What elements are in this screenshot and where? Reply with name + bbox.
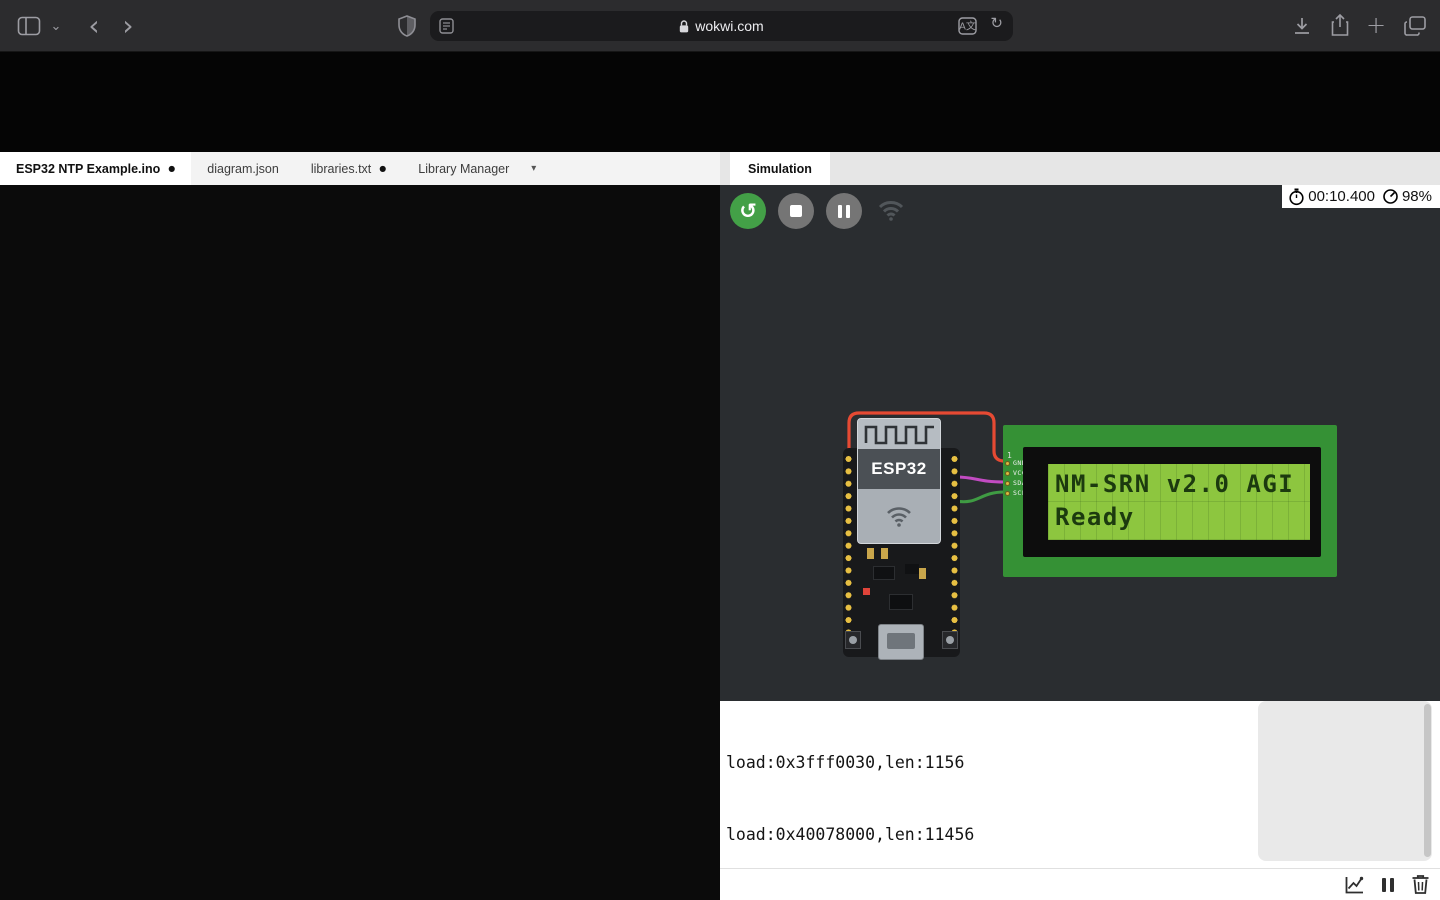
unsaved-dot-icon: ●: [379, 165, 386, 173]
stop-icon: [790, 205, 802, 217]
chip-label: ESP32: [858, 449, 940, 489]
translate-icon[interactable]: A文: [958, 17, 977, 35]
wire-purple: [956, 477, 1004, 482]
board-component: [873, 566, 895, 580]
gauge-icon: [1382, 188, 1399, 205]
esp32-module: ESP32: [857, 418, 941, 544]
code-editor[interactable]: [0, 185, 720, 900]
stop-button[interactable]: [778, 193, 814, 229]
browser-toolbar: ⌄ ‹ › wokwi.com A文 ↻ +: [0, 0, 1440, 52]
simulation-pane: Simulation ↺ 00:10.400: [720, 152, 1440, 900]
back-button[interactable]: ‹: [80, 10, 108, 42]
chevron-down-icon: ▾: [531, 164, 536, 174]
lcd1602[interactable]: 1 GND VCC SDA SCL NM-SRN v2.0 AGI Ready: [1003, 425, 1337, 577]
wifi-logo-icon: [858, 489, 940, 543]
pin-hole: [1005, 461, 1010, 466]
simulation-canvas[interactable]: ↺ 00:10.400 98%: [720, 185, 1440, 701]
wire-green: [956, 492, 1004, 502]
simulation-tab-bar: Simulation: [720, 152, 1440, 185]
lcd-screen: NM-SRN v2.0 AGI Ready: [1048, 464, 1310, 540]
share-icon[interactable]: [1328, 12, 1352, 38]
board-component: [919, 568, 926, 579]
pause-button[interactable]: [826, 193, 862, 229]
tab-overview-icon[interactable]: [1402, 14, 1428, 38]
pause-icon: [846, 205, 850, 218]
esp32-board[interactable]: ESP32: [843, 448, 960, 657]
pin-header-left: [844, 453, 853, 651]
svg-text:A文: A文: [959, 20, 976, 33]
sim-timer: 00:10.400: [1308, 188, 1375, 205]
tab-simulation[interactable]: Simulation: [730, 152, 830, 185]
serial-overlay-panel: [1258, 701, 1432, 861]
site-header: [0, 52, 1440, 152]
editor-tab-bar: ESP32 NTP Example.ino ● diagram.json lib…: [0, 152, 720, 185]
power-led: [863, 588, 870, 595]
board-component: [867, 548, 874, 559]
editor-tab-library-manager[interactable]: Library Manager ▾: [402, 152, 552, 185]
board-component: [889, 594, 913, 610]
board-component: [905, 564, 919, 574]
usb-connector: [878, 624, 924, 660]
cpu-load: 98%: [1402, 188, 1432, 205]
serial-toolbar: [720, 868, 1440, 900]
editor-tab-sketch[interactable]: ESP32 NTP Example.ino ●: [0, 152, 191, 185]
url-bar[interactable]: wokwi.com A文 ↻: [430, 11, 1013, 41]
unsaved-dot-icon: ●: [168, 165, 175, 173]
reload-icon[interactable]: ↻: [990, 16, 1003, 31]
pause-icon: [1382, 878, 1386, 892]
pin-hole: [1005, 491, 1010, 496]
url-text: wokwi.com: [695, 18, 763, 34]
sidebar-chevron-icon[interactable]: ⌄: [48, 18, 64, 34]
forward-button[interactable]: ›: [114, 10, 142, 42]
pin-hole: [1005, 471, 1010, 476]
lcd-line2: Ready: [1055, 501, 1310, 534]
downloads-icon[interactable]: [1290, 14, 1314, 38]
sidebar-toggle-icon[interactable]: [16, 14, 42, 38]
antenna-icon: [858, 419, 940, 449]
boot-button[interactable]: [942, 631, 958, 649]
pin-header-right: [950, 453, 959, 651]
editor-pane: ESP32 NTP Example.ino ● diagram.json lib…: [0, 152, 720, 900]
stopwatch-icon: [1288, 188, 1305, 206]
page-icon[interactable]: [439, 18, 454, 34]
performance-strip: 00:10.400 98%: [1282, 185, 1440, 208]
serial-pause-button[interactable]: [1382, 878, 1394, 892]
clear-serial-button[interactable]: [1411, 874, 1430, 895]
board-component: [881, 548, 888, 559]
lock-icon: [679, 20, 689, 33]
pin-hole: [1005, 481, 1010, 486]
editor-tab-diagram[interactable]: diagram.json: [191, 152, 295, 185]
privacy-shield-icon[interactable]: [396, 15, 418, 37]
pause-icon: [1390, 878, 1394, 892]
wifi-status-icon: [878, 199, 904, 221]
plotter-button[interactable]: [1344, 875, 1365, 895]
editor-tab-libraries[interactable]: libraries.txt ●: [295, 152, 402, 185]
en-button[interactable]: [845, 631, 861, 649]
pause-icon: [838, 205, 842, 218]
new-tab-icon[interactable]: +: [1364, 11, 1388, 39]
main-split: ESP32 NTP Example.ino ● diagram.json lib…: [0, 152, 1440, 900]
lcd-line1: NM-SRN v2.0 AGI: [1055, 468, 1310, 501]
serial-scrollbar[interactable]: [1424, 704, 1431, 857]
restart-button[interactable]: ↺: [730, 193, 766, 229]
serial-monitor[interactable]: load:0x3fff0030,len:1156 load:0x40078000…: [720, 701, 1440, 868]
